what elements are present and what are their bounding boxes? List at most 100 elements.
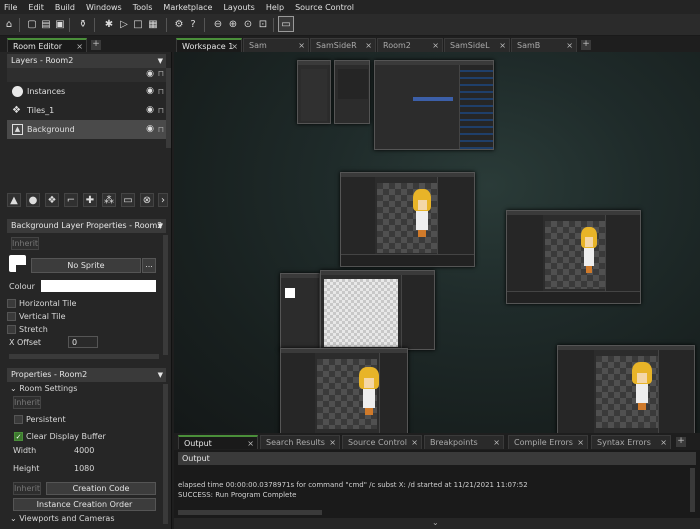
mini-window-code[interactable]: [374, 60, 494, 150]
tab-syntax-errors[interactable]: Syntax Errors ×: [591, 435, 671, 449]
close-icon[interactable]: ×: [365, 39, 372, 52]
new-file-icon[interactable]: ▢: [25, 17, 39, 31]
stop-icon[interactable]: □: [131, 17, 145, 31]
add-instance-layer-icon[interactable]: ●: [26, 193, 40, 207]
tab-room-editor[interactable]: Room Editor ×: [7, 38, 87, 52]
layer-item-instances[interactable]: Instances ◉ ⊓: [7, 82, 166, 101]
lock-icon[interactable]: ⊓: [158, 120, 164, 139]
add-tab-icon[interactable]: +: [581, 40, 591, 50]
close-icon[interactable]: ×: [247, 437, 254, 449]
persistent-checkbox[interactable]: [14, 415, 23, 424]
add-asset-layer-icon[interactable]: ✚: [83, 193, 97, 207]
inherit-button[interactable]: Inherit: [13, 482, 41, 495]
vertical-tile-checkbox[interactable]: [7, 312, 16, 321]
close-icon[interactable]: ×: [660, 436, 667, 449]
mini-window-room2[interactable]: [320, 270, 435, 350]
tab-breakpoints[interactable]: Breakpoints ×: [424, 435, 504, 449]
properties-scrollbar[interactable]: [163, 384, 168, 524]
close-icon[interactable]: ×: [566, 39, 573, 52]
colour-swatch[interactable]: [41, 280, 156, 292]
home-icon[interactable]: ⌂: [2, 17, 16, 31]
x-offset-input[interactable]: 0: [68, 336, 98, 348]
tab-sam[interactable]: Sam ×: [243, 38, 309, 52]
device-icon[interactable]: ▭: [278, 16, 294, 32]
zoom-out-icon[interactable]: ⊖: [211, 17, 225, 31]
mini-window-sprite-l[interactable]: [557, 345, 695, 433]
instance-creation-order-button[interactable]: Instance Creation Order: [13, 498, 156, 511]
close-icon[interactable]: ×: [432, 39, 439, 52]
zoom-in-icon[interactable]: ⊕: [226, 17, 240, 31]
layers-scrollbar[interactable]: [166, 68, 171, 148]
menu-help[interactable]: Help: [266, 3, 284, 12]
inherit-button[interactable]: Inherit: [13, 396, 41, 409]
run-icon[interactable]: ▷: [117, 17, 131, 31]
add-effect-layer-icon[interactable]: ⁂: [102, 193, 116, 207]
zoom-fit-icon[interactable]: ⊡: [256, 17, 270, 31]
menu-edit[interactable]: Edit: [28, 3, 44, 12]
properties-header[interactable]: Properties - Room2 ▼: [7, 368, 166, 382]
add-folder-icon[interactable]: ▭: [121, 193, 135, 207]
tab-compile-errors[interactable]: Compile Errors ×: [508, 435, 588, 449]
stretch-checkbox[interactable]: [7, 325, 16, 334]
menu-layouts[interactable]: Layouts: [223, 3, 254, 12]
menu-source-control[interactable]: Source Control: [295, 3, 354, 12]
creation-code-button[interactable]: Creation Code: [46, 482, 156, 495]
tab-samsider[interactable]: SamSideR ×: [310, 38, 376, 52]
menu-windows[interactable]: Windows: [86, 3, 122, 12]
delete-layer-icon[interactable]: ⊗: [140, 193, 154, 207]
menu-file[interactable]: File: [4, 3, 17, 12]
package-icon[interactable]: ▦: [146, 17, 160, 31]
lock-icon[interactable]: ⊓: [158, 69, 164, 78]
mini-window-sprite-side[interactable]: [506, 210, 641, 304]
debug-icon[interactable]: ✱: [102, 17, 116, 31]
close-icon[interactable]: ×: [329, 436, 336, 449]
clear-display-buffer-checkbox[interactable]: ✓: [14, 432, 23, 441]
close-icon[interactable]: ×: [298, 39, 305, 52]
tab-samsidel[interactable]: SamSideL ×: [444, 38, 510, 52]
eye-icon[interactable]: ◉: [146, 69, 154, 79]
room-settings-label[interactable]: ⌄ Room Settings: [10, 384, 77, 393]
background-props-scrollbar[interactable]: [163, 235, 168, 355]
layer-item-tiles[interactable]: ❖ Tiles_1 ◉ ⊓: [7, 101, 166, 120]
inherit-button[interactable]: Inherit: [11, 237, 39, 250]
help-icon[interactable]: ?: [186, 17, 200, 31]
add-tile-layer-icon[interactable]: ❖: [45, 193, 59, 207]
layers-header[interactable]: Layers - Room2 ▼: [7, 54, 166, 68]
menu-tools[interactable]: Tools: [133, 3, 153, 12]
add-tab-icon[interactable]: +: [91, 40, 101, 50]
add-tab-icon[interactable]: +: [676, 437, 686, 447]
clean-icon[interactable]: ⚱: [76, 17, 90, 31]
settings-icon[interactable]: ⚙: [172, 17, 186, 31]
mini-window-events[interactable]: [334, 60, 370, 124]
close-icon[interactable]: ×: [499, 39, 506, 52]
layer-item-background[interactable]: ▲ Background ◉ ⊓: [7, 120, 166, 139]
eye-icon[interactable]: ◉: [146, 101, 154, 120]
add-background-layer-icon[interactable]: ▲: [7, 193, 21, 207]
background-props-header[interactable]: Background Layer Properties - Room2 ▼: [7, 219, 166, 233]
eye-icon[interactable]: ◉: [146, 120, 154, 139]
close-icon[interactable]: ×: [411, 436, 418, 449]
tab-samb[interactable]: SamB ×: [511, 38, 577, 52]
mini-window-sprite-b[interactable]: [280, 348, 408, 433]
height-input[interactable]: 1080: [74, 464, 94, 473]
close-icon[interactable]: ×: [493, 436, 500, 449]
tab-room2[interactable]: Room2 ×: [377, 38, 443, 52]
mini-window-object[interactable]: [297, 60, 331, 124]
close-icon[interactable]: ×: [76, 40, 83, 52]
tab-output[interactable]: Output ×: [178, 435, 258, 449]
width-input[interactable]: 4000: [74, 446, 94, 455]
horizontal-tile-checkbox[interactable]: [7, 299, 16, 308]
lock-icon[interactable]: ⊓: [158, 101, 164, 120]
sprite-select[interactable]: No Sprite: [31, 258, 141, 273]
output-vertical-scrollbar[interactable]: [690, 468, 695, 512]
sprite-more-button[interactable]: ...: [142, 258, 156, 273]
chevron-down-icon[interactable]: ⌄: [432, 518, 439, 527]
open-icon[interactable]: ▤: [39, 17, 53, 31]
mini-window-room-props[interactable]: [280, 273, 320, 351]
save-icon[interactable]: ▣: [53, 17, 67, 31]
menu-build[interactable]: Build: [55, 3, 75, 12]
eye-icon[interactable]: ◉: [146, 82, 154, 101]
tab-search-results[interactable]: Search Results ×: [260, 435, 340, 449]
close-icon[interactable]: ×: [231, 40, 238, 52]
mini-window-sprite-sam[interactable]: [340, 172, 475, 267]
